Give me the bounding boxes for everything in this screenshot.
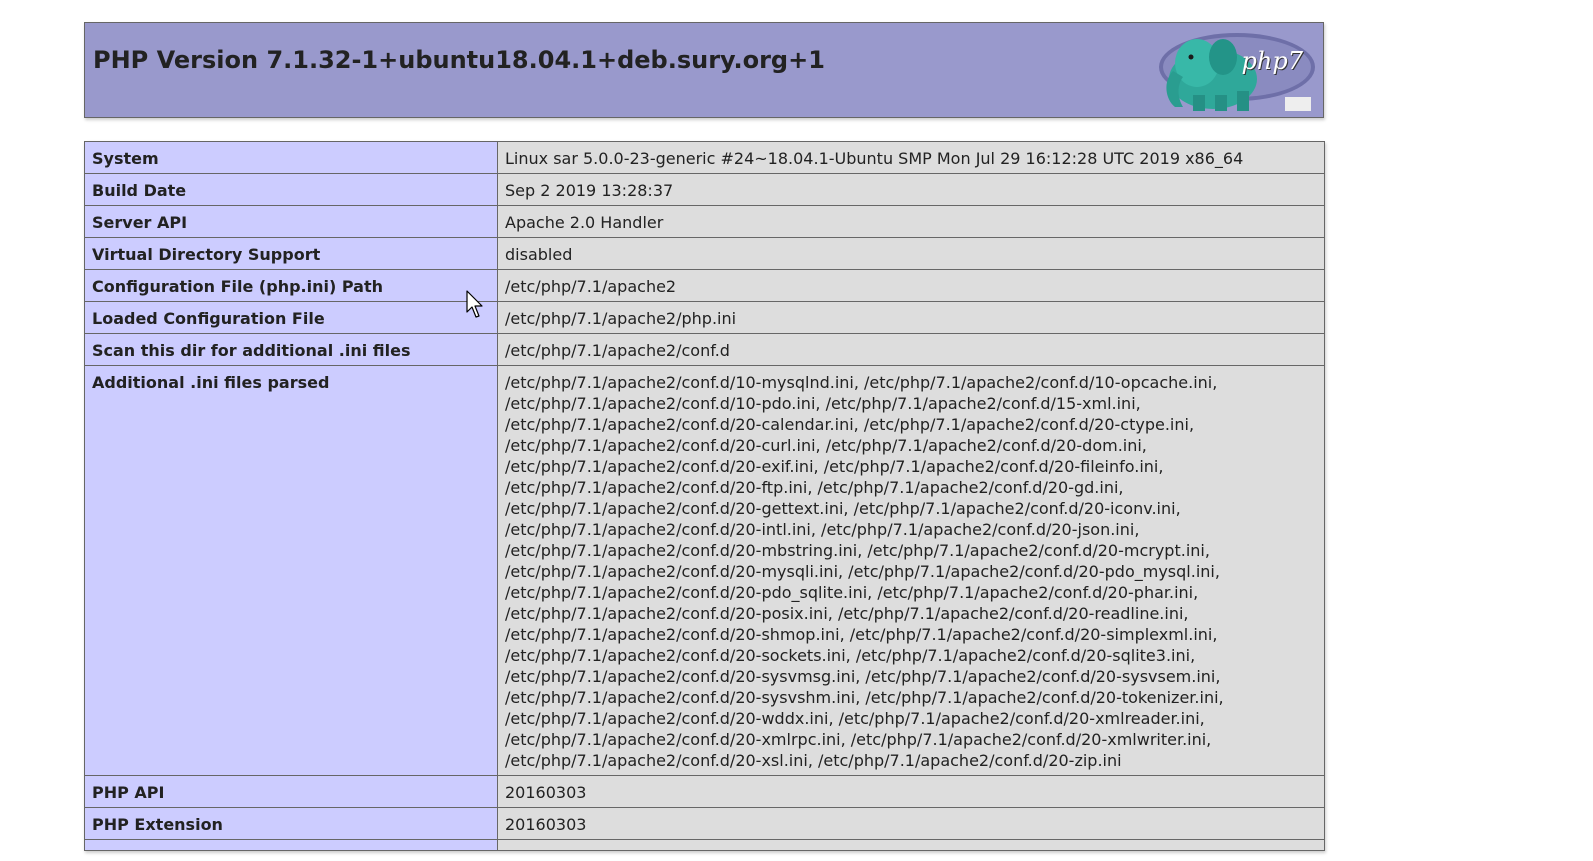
row-value: disabled <box>497 237 1325 270</box>
php-info-table: System Linux sar 5.0.0-23-generic #24~18.… <box>84 141 1325 851</box>
mouse-cursor-icon <box>466 290 483 318</box>
php-version-header: PHP Version 7.1.32-1+ubuntu18.04.1+deb.s… <box>84 22 1324 118</box>
row-label: Server API <box>84 205 498 238</box>
table-row: PHP Extension 20160303 <box>84 807 1325 840</box>
logo-text: php7 <box>1241 47 1303 75</box>
row-label <box>84 839 498 851</box>
row-label: PHP API <box>84 775 498 808</box>
row-label: Additional .ini files parsed <box>84 365 498 776</box>
row-value: /etc/php/7.1/apache2/php.ini <box>497 301 1325 334</box>
row-value: Apache 2.0 Handler <box>497 205 1325 238</box>
row-value: 20160303 <box>497 807 1325 840</box>
row-value <box>497 839 1325 851</box>
page-title: PHP Version 7.1.32-1+ubuntu18.04.1+deb.s… <box>93 46 825 74</box>
table-row: Loaded Configuration File/etc/php/7.1/ap… <box>84 301 1325 334</box>
table-row: Server API Apache 2.0 Handler <box>84 205 1325 238</box>
phpinfo-page: PHP Version 7.1.32-1+ubuntu18.04.1+deb.s… <box>0 0 1593 861</box>
row-label: Scan this dir for additional .ini files <box>84 333 498 366</box>
table-row <box>84 839 1325 851</box>
table-row: Configuration File (php.ini) Path/etc/ph… <box>84 269 1325 302</box>
table-row: Build Date Sep 2 2019 13:28:37 <box>84 173 1325 206</box>
row-label: PHP Extension <box>84 807 498 840</box>
row-value: /etc/php/7.1/apache2/conf.d/10-mysqlnd.i… <box>497 365 1325 776</box>
row-label: Build Date <box>84 173 498 206</box>
table-row: PHP API 20160303 <box>84 775 1325 808</box>
row-value: /etc/php/7.1/apache2/conf.d <box>497 333 1325 366</box>
table-row: Virtual Directory Support disabled <box>84 237 1325 270</box>
row-label: Virtual Directory Support <box>84 237 498 270</box>
row-value: Sep 2 2019 13:28:37 <box>497 173 1325 206</box>
row-label: Configuration File (php.ini) Path <box>84 269 498 302</box>
row-value: /etc/php/7.1/apache2 <box>497 269 1325 302</box>
row-value: Linux sar 5.0.0-23-generic #24~18.04.1-U… <box>497 141 1325 174</box>
row-value: 20160303 <box>497 775 1325 808</box>
table-row: Scan this dir for additional .ini files /… <box>84 333 1325 366</box>
table-row: Additional .ini files parsed/etc/php/7.1… <box>84 365 1325 776</box>
row-label: System <box>84 141 498 174</box>
row-label: Loaded Configuration File <box>84 301 498 334</box>
table-row: System Linux sar 5.0.0-23-generic #24~18.… <box>84 141 1325 174</box>
